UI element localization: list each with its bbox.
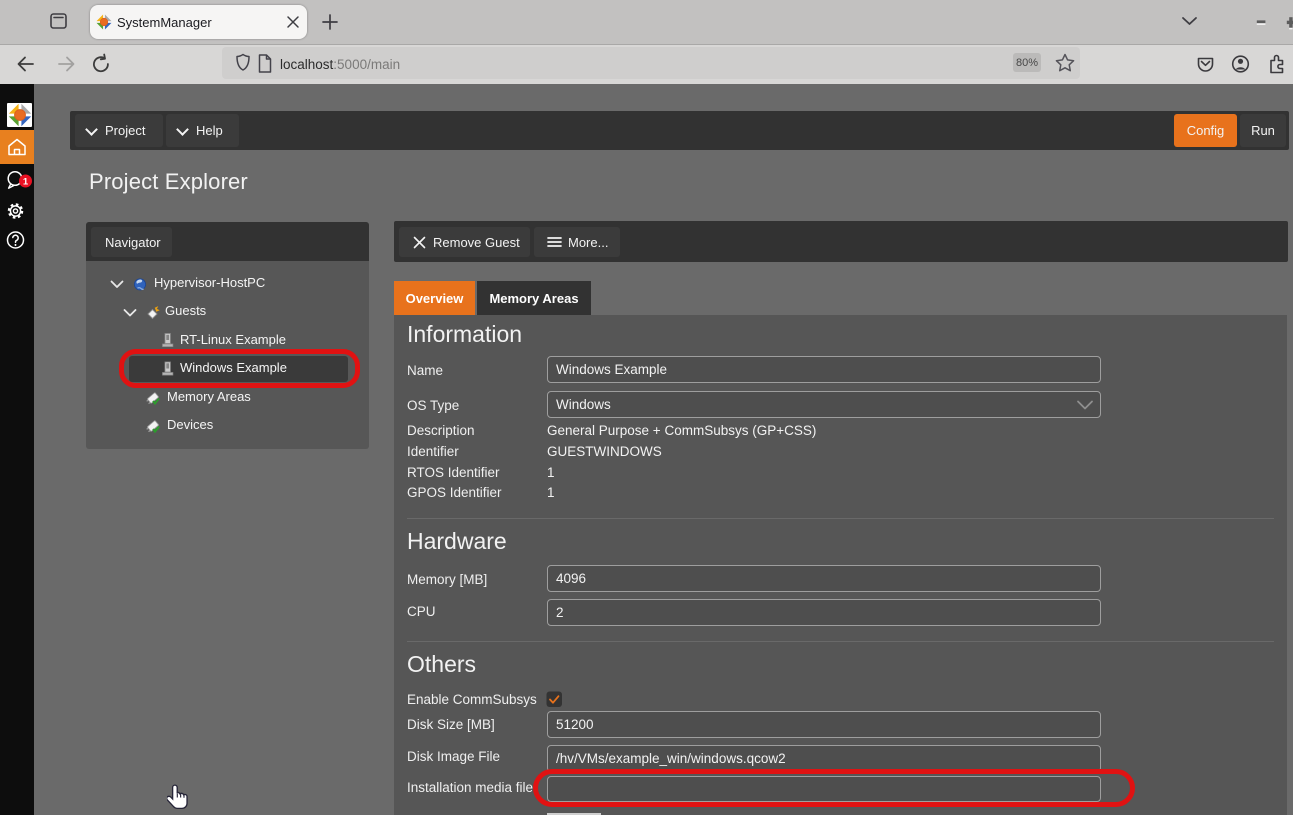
svg-text:1: 1: [23, 176, 29, 187]
